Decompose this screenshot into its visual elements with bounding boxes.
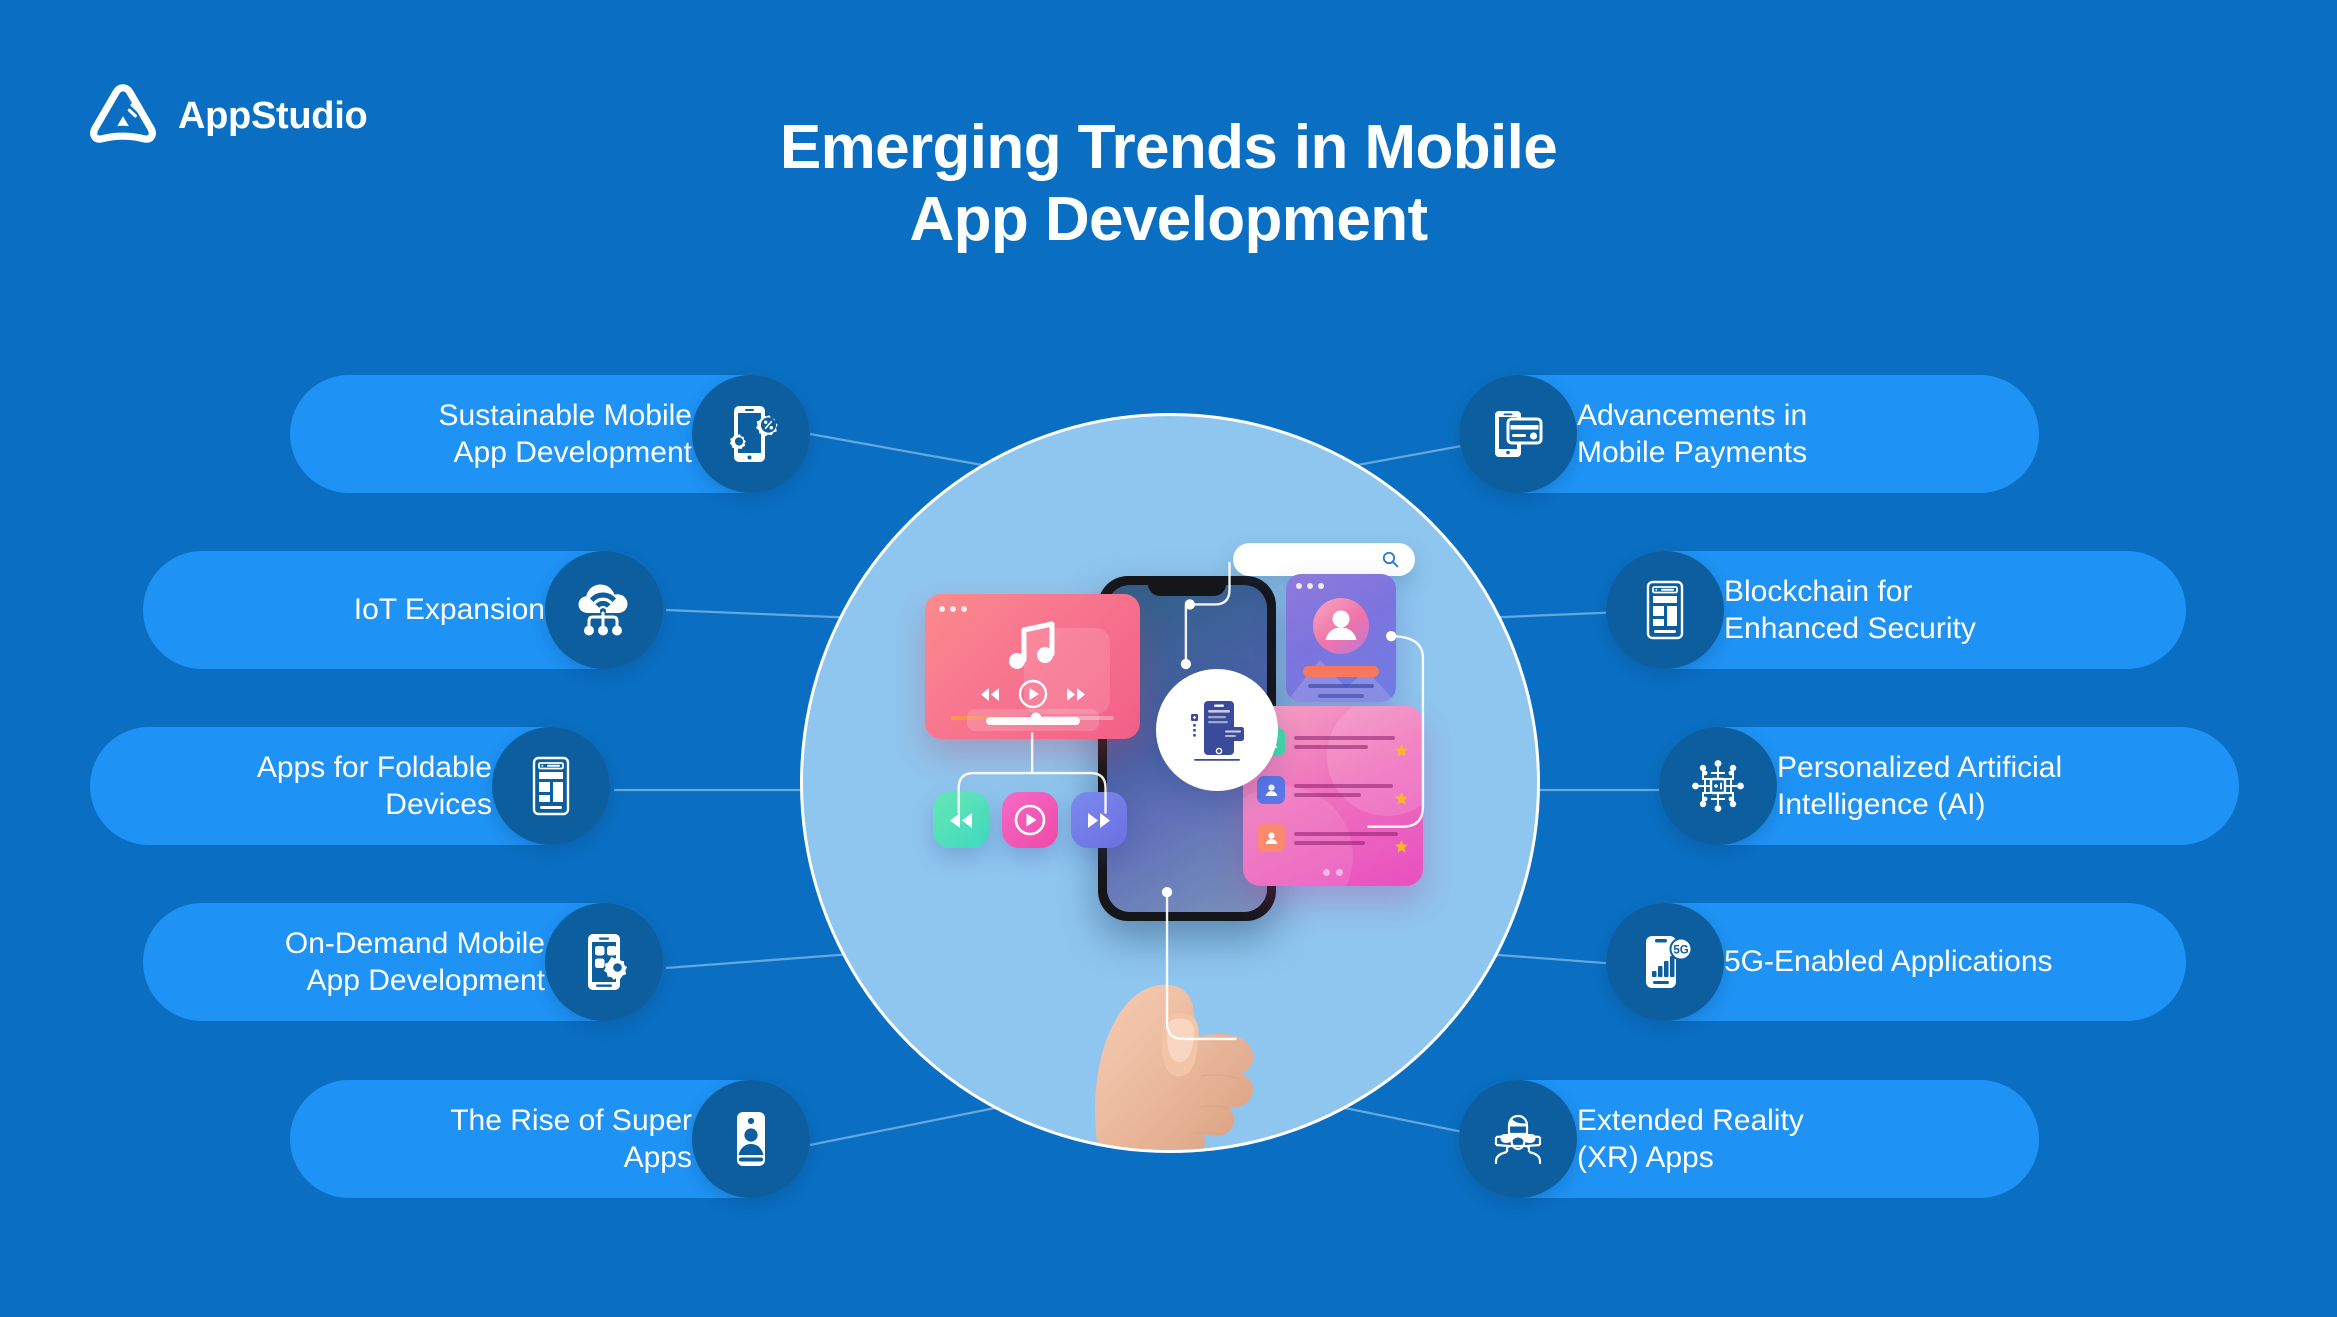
- list-item-text: [1294, 735, 1409, 749]
- card-window-dots: [939, 606, 967, 612]
- media-button-forward[interactable]: [1071, 792, 1127, 848]
- search-bar[interactable]: [1233, 543, 1415, 576]
- forward-icon[interactable]: [1066, 687, 1086, 702]
- infographic-canvas: AppStudio Emerging Trends in Mobile App …: [0, 0, 2337, 1317]
- hand-holding-phone: [1095, 984, 1254, 1150]
- phone-app-grid-gear-icon: [545, 903, 663, 1021]
- list-item-text: [1294, 783, 1409, 797]
- list-item[interactable]: [1257, 724, 1409, 760]
- trend-item-on-demand-mobile-app-development[interactable]: On-Demand Mobile App Development: [143, 903, 663, 1021]
- media-button-play[interactable]: [1002, 792, 1058, 848]
- phone-signal-5g-icon: 5G: [1606, 903, 1724, 1021]
- trend-item-sustainable-mobile-app-development[interactable]: Sustainable Mobile App Development: [290, 375, 810, 493]
- svg-text:5G: 5G: [1673, 945, 1688, 957]
- trend-label: Advancements in Mobile Payments: [1577, 398, 1808, 470]
- list-pagination-dots: [1323, 869, 1343, 876]
- cloud-wifi-nodes-icon: [545, 551, 663, 669]
- trend-label: Blockchain for Enhanced Security: [1724, 574, 1976, 646]
- list-item[interactable]: [1257, 820, 1409, 856]
- music-footer-bar: [985, 717, 1080, 725]
- ai-chip-network-icon: [1659, 727, 1777, 845]
- media-button-rewind[interactable]: [933, 792, 989, 848]
- page-title-line1: Emerging Trends in Mobile: [779, 113, 1558, 182]
- profile-highlight-bar: [1303, 666, 1379, 677]
- rewind-icon: [950, 812, 972, 828]
- profile-card: [1286, 574, 1396, 702]
- star-icon: [1395, 744, 1408, 757]
- play-icon: [1014, 804, 1046, 836]
- phone-user-profile-icon: [692, 1080, 810, 1198]
- profile-text-line: [1318, 694, 1364, 698]
- phone-notch: [1148, 576, 1226, 596]
- trend-label: On-Demand Mobile App Development: [284, 926, 545, 998]
- trend-item-blockchain-for-enhanced-security[interactable]: Blockchain for Enhanced Security: [1606, 551, 2186, 669]
- page-title-line2: App Development: [909, 184, 1428, 254]
- trend-item-5g-enabled-applications[interactable]: 5G-Enabled Applications 5G: [1606, 903, 2186, 1021]
- vr-headset-person-icon: [1459, 1080, 1577, 1198]
- trend-label: IoT Expansion: [353, 593, 545, 627]
- music-controls: [980, 679, 1086, 709]
- phone-credit-card-icon: [1459, 375, 1577, 493]
- trend-item-advancements-in-mobile-payments[interactable]: Advancements in Mobile Payments: [1459, 375, 2039, 493]
- user-icon: [1257, 824, 1285, 852]
- star-icon: [1395, 840, 1408, 853]
- search-icon: [1382, 551, 1399, 568]
- user-avatar-icon: [1313, 598, 1369, 654]
- foldable-split-screen-phone-icon: [492, 727, 610, 845]
- trend-label: Extended Reality (XR) Apps: [1577, 1103, 1804, 1175]
- trend-item-extended-reality-xr-apps[interactable]: Extended Reality (XR) Apps: [1459, 1080, 2039, 1198]
- card-window-dots: [1296, 583, 1324, 589]
- trend-label: The Rise of Super Apps: [450, 1103, 692, 1175]
- trend-label: Apps for Foldable Devices: [256, 750, 492, 822]
- music-note-icon: [1008, 621, 1054, 669]
- phone-layout-blocks-icon: [1606, 551, 1724, 669]
- mobile-app-development-bubble: [1156, 669, 1278, 791]
- forward-icon: [1088, 812, 1110, 828]
- media-button-group: [933, 792, 1127, 848]
- trend-label: Sustainable Mobile App Development: [438, 398, 693, 470]
- trend-item-apps-for-foldable-devices[interactable]: Apps for Foldable Devices: [90, 727, 610, 845]
- trend-label: Personalized Artificial Intelligence (AI…: [1777, 750, 2063, 822]
- user-icon: [1257, 776, 1285, 804]
- phone-gear-percent-icon: [692, 375, 810, 493]
- list-item[interactable]: [1257, 772, 1409, 808]
- star-icon: [1395, 792, 1408, 805]
- trend-label: 5G-Enabled Applications: [1724, 945, 2053, 979]
- trend-item-the-rise-of-super-apps[interactable]: The Rise of Super Apps: [290, 1080, 810, 1198]
- profile-text-line: [1308, 684, 1374, 688]
- trend-item-iot-expansion[interactable]: IoT Expansion: [143, 551, 663, 669]
- user-glyph-icon: [1325, 610, 1357, 640]
- mobile-app-development-icon: [1191, 701, 1244, 761]
- page-title: Emerging Trends in Mobile App Developmen…: [0, 112, 2337, 256]
- music-player-card: [925, 594, 1140, 739]
- play-icon[interactable]: [1018, 679, 1048, 709]
- trend-item-personalized-artificial-intelligence[interactable]: Personalized Artificial Intelligence (AI…: [1659, 727, 2239, 845]
- central-illustration: [800, 413, 1540, 1153]
- rewind-icon[interactable]: [980, 687, 1000, 702]
- list-item-text: [1294, 831, 1409, 845]
